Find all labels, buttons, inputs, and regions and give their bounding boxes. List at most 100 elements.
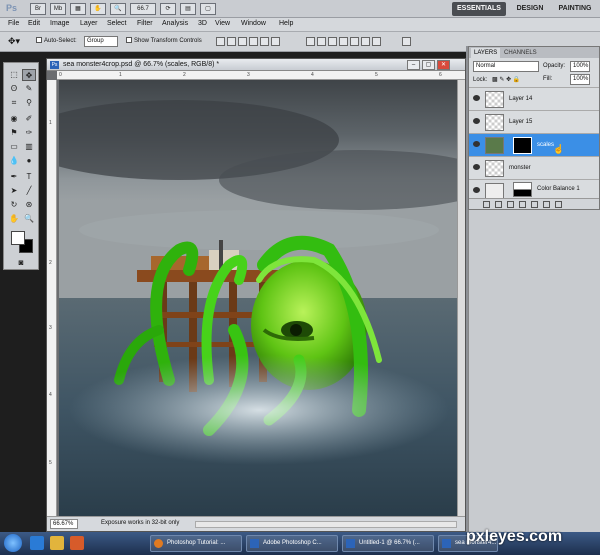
zoom-percentage-field[interactable]: 66.67%: [50, 519, 78, 529]
menu-layer[interactable]: Layer: [80, 20, 98, 27]
screen-mode-icon[interactable]: ▢: [200, 3, 216, 15]
layer-mask-thumbnail[interactable]: [513, 137, 532, 154]
menu-view[interactable]: View: [215, 20, 230, 27]
tab-layers[interactable]: LAYERS: [471, 48, 501, 58]
vertical-scrollbar[interactable]: [457, 80, 465, 516]
path-selection-tool-icon[interactable]: ➤: [7, 185, 21, 197]
lock-transparency-icon[interactable]: ▩: [492, 77, 498, 83]
bridge-icon[interactable]: Br: [30, 3, 46, 15]
link-layers-icon[interactable]: [483, 201, 490, 208]
menu-help[interactable]: Help: [279, 20, 293, 27]
new-group-icon[interactable]: [530, 201, 538, 208]
taskbar-task-firefox[interactable]: Photoshop Tutorial: ...: [150, 535, 242, 552]
blend-mode-dropdown[interactable]: Normal: [473, 61, 539, 72]
shape-tool-icon[interactable]: ╱: [22, 185, 36, 197]
auto-select-checkbox[interactable]: Auto-Select:: [36, 37, 77, 44]
layer-style-icon[interactable]: [494, 201, 502, 208]
view-extras-icon[interactable]: ▦: [70, 3, 86, 15]
taskbar-task-photoshop[interactable]: Adobe Photoshop C...: [246, 535, 338, 552]
document-title-bar[interactable]: Ps sea monster4crop.psd @ 66.7% (scales,…: [47, 59, 465, 71]
layer-row[interactable]: Layer 14: [469, 87, 599, 110]
layer-row[interactable]: monster: [469, 156, 599, 179]
auto-align-button[interactable]: [402, 37, 413, 48]
vertical-ruler[interactable]: 1 2 3 4 5: [47, 80, 57, 516]
horizontal-scrollbar[interactable]: [195, 521, 457, 528]
workspace-design[interactable]: DESIGN: [510, 2, 550, 16]
workspace-essentials[interactable]: ESSENTIALS: [452, 2, 506, 16]
layer-row-selected[interactable]: scales ☝: [469, 133, 599, 156]
zoom-tool-icon[interactable]: 🔍: [110, 3, 126, 15]
marquee-tool-icon[interactable]: ⬚: [7, 69, 21, 81]
quick-mask-icon[interactable]: ◙: [14, 257, 28, 269]
lock-all-icon[interactable]: 🔒: [513, 77, 520, 83]
3d-rotate-tool-icon[interactable]: ↻: [7, 199, 21, 211]
fill-field[interactable]: 100%: [570, 74, 590, 85]
align-buttons[interactable]: [216, 37, 282, 48]
ie-pinned-icon[interactable]: [30, 536, 44, 550]
menu-analysis[interactable]: Analysis: [162, 20, 188, 27]
visibility-eye-icon[interactable]: [473, 187, 480, 193]
menu-image[interactable]: Image: [50, 20, 69, 27]
close-button[interactable]: ✕: [437, 60, 450, 70]
transform-controls-checkbox[interactable]: Show Transform Controls: [126, 37, 202, 44]
maximize-button[interactable]: ▢: [422, 60, 435, 70]
quick-selection-tool-icon[interactable]: ✎: [22, 83, 36, 95]
horizontal-ruler[interactable]: 0 1 2 3 4 5 6: [57, 71, 465, 80]
mini-bridge-icon[interactable]: Mb: [50, 3, 66, 15]
crop-tool-icon[interactable]: ⌗: [7, 97, 21, 109]
brush-tool-icon[interactable]: ✐: [22, 113, 36, 125]
tab-channels[interactable]: CHANNELS: [501, 48, 540, 58]
move-tool-preset-icon[interactable]: ✥▾: [8, 36, 20, 47]
workspace-painting[interactable]: PAINTING: [552, 2, 598, 16]
3d-orbit-tool-icon[interactable]: ⊛: [22, 199, 36, 211]
visibility-eye-icon[interactable]: [473, 118, 480, 124]
zoom-level-field[interactable]: 66.7: [130, 3, 156, 15]
gradient-tool-icon[interactable]: ▥: [22, 141, 36, 153]
type-tool-icon[interactable]: T: [22, 171, 36, 183]
dodge-tool-icon[interactable]: ●: [22, 155, 36, 167]
distribute-buttons[interactable]: [306, 37, 383, 48]
move-tool-icon[interactable]: ✥: [22, 69, 36, 81]
taskbar-task-untitled[interactable]: Untitled-1 @ 66.7% (...: [342, 535, 434, 552]
media-pinned-icon[interactable]: [70, 536, 84, 550]
layer-mask-thumbnail[interactable]: [513, 182, 532, 197]
healing-brush-tool-icon[interactable]: ◉: [7, 113, 21, 125]
zoom-tool-icon[interactable]: 🔍: [22, 213, 36, 225]
opacity-field[interactable]: 100%: [570, 61, 590, 72]
lock-position-icon[interactable]: ✥: [506, 77, 511, 83]
layer-row[interactable]: Layer 15: [469, 110, 599, 133]
layer-row[interactable]: Color Balance 1: [469, 179, 599, 200]
eyedropper-tool-icon[interactable]: ⚲: [22, 97, 36, 109]
clone-stamp-tool-icon[interactable]: ⚑: [7, 127, 21, 139]
visibility-eye-icon[interactable]: [473, 164, 480, 170]
hand-tool-icon[interactable]: ✋: [90, 3, 106, 15]
adjustment-layer-button-icon[interactable]: [518, 201, 526, 208]
menu-window[interactable]: Window: [241, 20, 266, 27]
rotate-view-icon[interactable]: ⟳: [160, 3, 176, 15]
history-brush-tool-icon[interactable]: ✑: [22, 127, 36, 139]
pen-tool-icon[interactable]: ✒: [7, 171, 21, 183]
foreground-color-swatch[interactable]: [11, 231, 25, 245]
new-layer-icon[interactable]: [542, 201, 550, 208]
menu-filter[interactable]: Filter: [137, 20, 153, 27]
arrange-documents-icon[interactable]: ▤: [180, 3, 196, 15]
status-info-text[interactable]: Exposure works in 32-bit only: [101, 520, 179, 526]
trash-icon[interactable]: [554, 201, 562, 208]
eraser-tool-icon[interactable]: ▭: [7, 141, 21, 153]
minimize-button[interactable]: –: [407, 60, 420, 70]
blur-tool-icon[interactable]: 💧: [7, 155, 21, 167]
lock-pixels-icon[interactable]: ✎: [499, 77, 504, 83]
document-canvas[interactable]: [59, 80, 457, 516]
menu-file[interactable]: File: [8, 20, 19, 27]
menu-3d[interactable]: 3D: [198, 20, 207, 27]
hand-tool-icon[interactable]: ✋: [7, 213, 21, 225]
menu-edit[interactable]: Edit: [28, 20, 40, 27]
start-button-icon[interactable]: [4, 534, 22, 552]
lasso-tool-icon[interactable]: ʘ: [7, 83, 21, 95]
auto-select-dropdown[interactable]: Group: [84, 36, 118, 47]
explorer-pinned-icon[interactable]: [50, 536, 64, 550]
visibility-eye-icon[interactable]: [473, 95, 480, 101]
add-mask-icon[interactable]: [506, 201, 514, 208]
menu-select[interactable]: Select: [107, 20, 126, 27]
visibility-eye-icon[interactable]: [473, 141, 480, 147]
